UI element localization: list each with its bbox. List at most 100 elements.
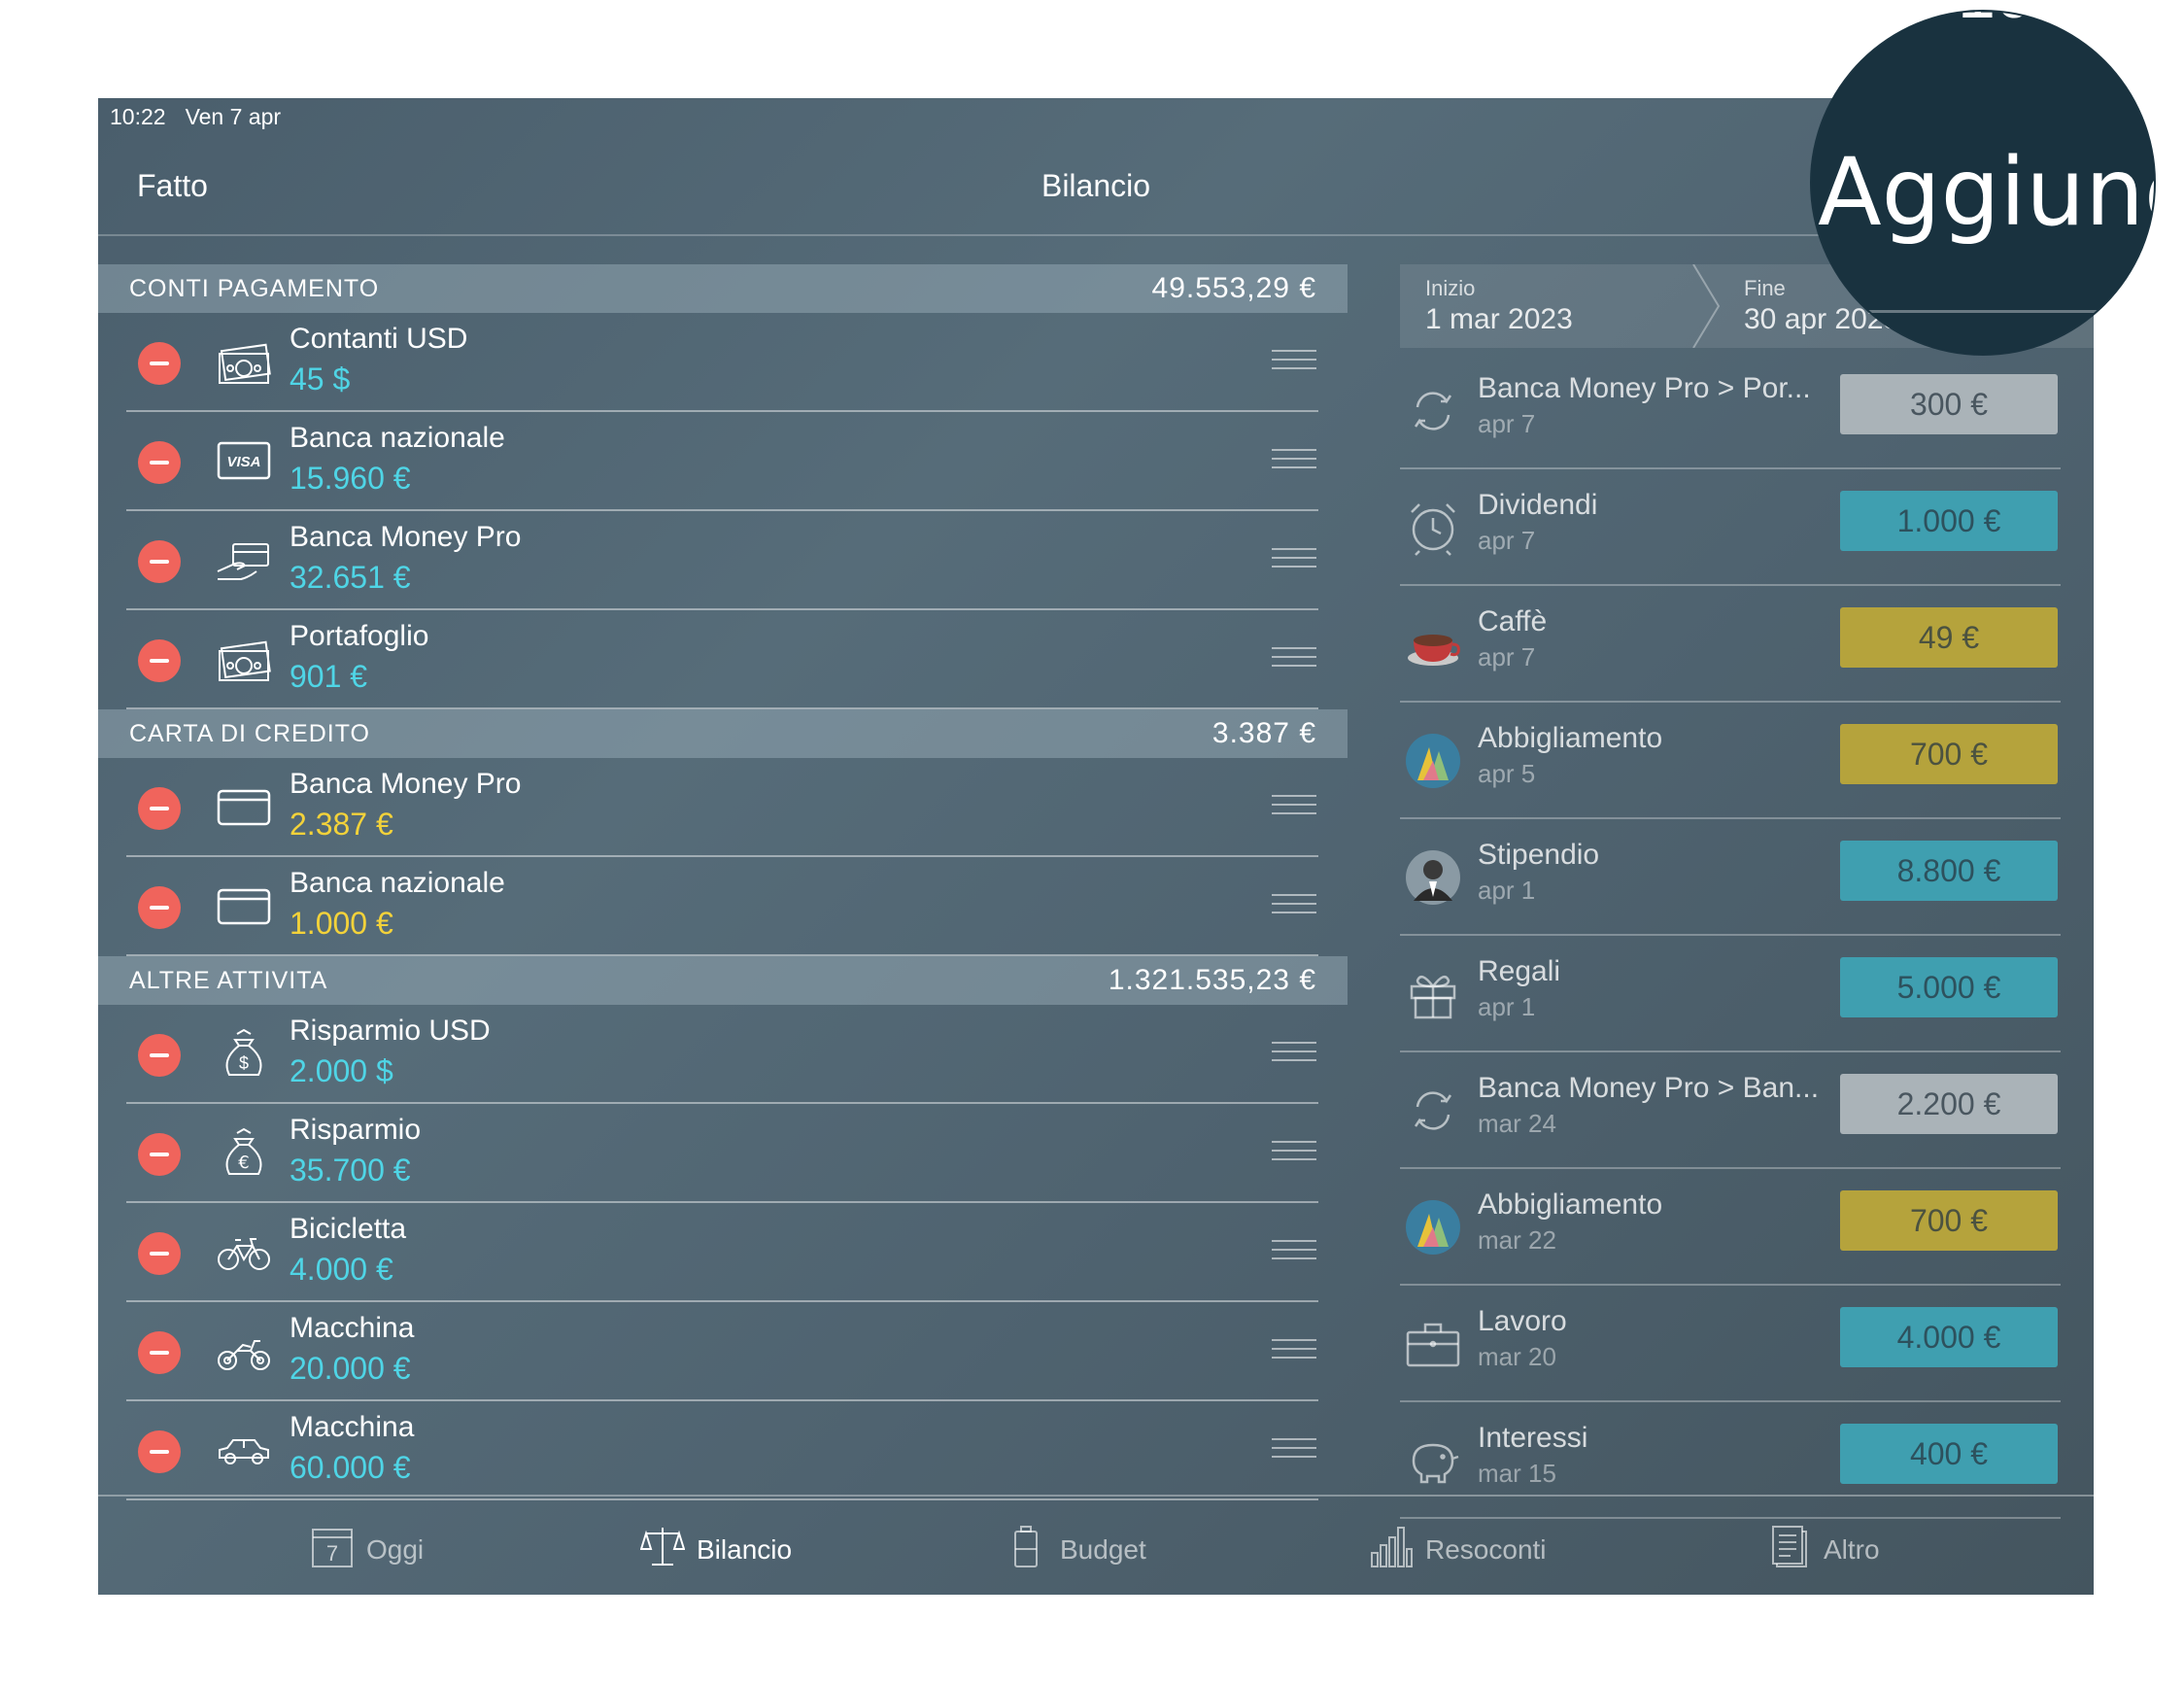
account-row[interactable]: Banca Money Pro 32.651 € [126, 511, 1318, 610]
euro-bag-icon: € [216, 1125, 272, 1180]
account-name: Portafoglio [290, 620, 429, 652]
transaction-row[interactable]: Abbigliamento mar 22 700 € [1400, 1169, 2061, 1286]
transaction-row[interactable]: Abbigliamento apr 5 700 € [1400, 703, 2061, 819]
transaction-amount: 2.200 € [1840, 1074, 2058, 1134]
account-balance: 2.387 € [290, 807, 393, 842]
status-bar: 10:22 Ven 7 apr [110, 104, 281, 130]
drag-handle-icon[interactable] [1272, 795, 1316, 818]
drag-handle-icon[interactable] [1272, 548, 1316, 571]
transaction-row[interactable]: Regali apr 1 5.000 € [1400, 936, 2061, 1052]
transaction-date: mar 22 [1478, 1225, 1556, 1255]
start-date-value[interactable]: 1 mar 2023 [1425, 303, 1573, 336]
account-row[interactable]: Macchina 20.000 € [126, 1302, 1318, 1401]
delete-icon[interactable] [138, 886, 181, 929]
account-row[interactable]: € Risparmio 35.700 € [126, 1104, 1318, 1203]
transaction-date: mar 15 [1478, 1459, 1556, 1488]
drag-handle-icon[interactable] [1272, 1339, 1316, 1362]
add-button[interactable]: Aggiungi [1818, 138, 2154, 247]
account-row[interactable]: Bicicletta 4.000 € [126, 1203, 1318, 1302]
account-row[interactable]: Banca nazionale 1.000 € [126, 857, 1318, 956]
car-icon [216, 1423, 272, 1477]
coffee-cup-icon [1404, 615, 1462, 673]
transaction-amount: 400 € [1840, 1424, 2058, 1484]
account-row[interactable]: Macchina 60.000 € [126, 1401, 1318, 1500]
magnifier-divider [1812, 310, 2154, 313]
transaction-amount: 300 € [1840, 374, 2058, 434]
tab-oggi[interactable]: 7 Oggi [310, 1524, 424, 1575]
tab-label: Resoconti [1425, 1533, 1547, 1565]
drag-handle-icon[interactable] [1272, 350, 1316, 373]
transaction-name: Lavoro [1478, 1305, 1567, 1337]
account-balance: 1.000 € [290, 906, 393, 941]
account-row[interactable]: VISA Banca nazionale 15.960 € [126, 412, 1318, 511]
account-balance: 60.000 € [290, 1450, 411, 1485]
transaction-amount: 1.000 € [1840, 491, 2058, 551]
account-row[interactable]: Contanti USD 45 $ [126, 313, 1318, 412]
tab-altro[interactable]: Altro [1767, 1524, 1880, 1575]
transaction-row[interactable]: Banca Money Pro > Por... apr 7 300 € [1400, 353, 2061, 469]
tab-resoconti[interactable]: Resoconti [1369, 1524, 1547, 1575]
transaction-date: mar 24 [1478, 1109, 1556, 1138]
section-title: CONTI PAGAMENTO [129, 274, 380, 302]
delete-icon[interactable] [138, 787, 181, 830]
drag-handle-icon[interactable] [1272, 1240, 1316, 1263]
transaction-row[interactable]: Lavoro mar 20 4.000 € [1400, 1286, 2061, 1402]
tab-bilancio[interactable]: Bilancio [639, 1524, 793, 1575]
transaction-date: apr 1 [1478, 992, 1536, 1021]
account-row[interactable]: $ Risparmio USD 2.000 $ [126, 1005, 1318, 1104]
delete-icon[interactable] [138, 1034, 181, 1077]
delete-icon[interactable] [138, 1430, 181, 1473]
delete-icon[interactable] [138, 1331, 181, 1374]
drag-handle-icon[interactable] [1272, 449, 1316, 472]
delete-icon[interactable] [138, 540, 181, 583]
magnifier-clipped-text: 100 [1958, 12, 2071, 33]
section-header: CONTI PAGAMENTO 49.553,29 € [98, 264, 1348, 313]
tab-budget[interactable]: Budget [1004, 1524, 1146, 1575]
delete-icon[interactable] [138, 441, 181, 484]
account-name: Risparmio USD [290, 1015, 491, 1047]
account-balance: 2.000 $ [290, 1053, 393, 1088]
transaction-date: apr 1 [1478, 876, 1536, 905]
delete-icon[interactable] [138, 1133, 181, 1176]
drag-handle-icon[interactable] [1272, 647, 1316, 671]
delete-icon[interactable] [138, 342, 181, 385]
account-name: Bicicletta [290, 1213, 407, 1245]
drag-handle-icon[interactable] [1272, 894, 1316, 917]
motorcycle-icon [216, 1324, 272, 1378]
document-icon [1767, 1524, 1812, 1575]
account-name: Risparmio [290, 1114, 422, 1146]
credit-card-icon [216, 878, 272, 933]
transaction-date: apr 7 [1478, 642, 1536, 671]
person-icon [1404, 848, 1462, 907]
transaction-row[interactable]: Caffè apr 7 49 € [1400, 586, 2061, 703]
transaction-row[interactable]: Dividendi apr 7 1.000 € [1400, 469, 2061, 586]
nav-bar: Fatto Bilancio [98, 137, 2094, 236]
transaction-date: mar 20 [1478, 1342, 1556, 1371]
app-window: 10:22 Ven 7 apr Fatto Bilancio CONTI PAG… [98, 98, 2094, 1595]
date-separator-icon [1692, 264, 1721, 348]
cash-icon [216, 334, 272, 389]
transaction-row[interactable]: Banca Money Pro > Ban... mar 24 2.200 € [1400, 1052, 2061, 1169]
tab-label: Altro [1824, 1533, 1880, 1565]
drag-handle-icon[interactable] [1272, 1042, 1316, 1065]
drag-handle-icon[interactable] [1272, 1438, 1316, 1462]
transaction-date: apr 7 [1478, 526, 1536, 555]
delete-icon[interactable] [138, 1232, 181, 1275]
transaction-row[interactable]: Stipendio apr 1 8.800 € [1400, 819, 2061, 936]
account-balance: 35.700 € [290, 1153, 411, 1188]
drag-handle-icon[interactable] [1272, 1141, 1316, 1164]
tab-bar: 7 Oggi Bilancio Budget Resoconti Altro [98, 1495, 2094, 1595]
svg-text:$: $ [239, 1053, 249, 1073]
transaction-date: apr 5 [1478, 759, 1536, 788]
credit-card-icon [216, 779, 272, 834]
section-total: 1.321.535,23 € [1108, 964, 1316, 996]
transaction-name: Stipendio [1478, 839, 1600, 871]
shopping-bag-icon [1404, 1198, 1462, 1257]
section-title: CARTA DI CREDITO [129, 719, 370, 747]
account-row[interactable]: Banca Money Pro 2.387 € [126, 758, 1318, 857]
tab-label: Bilancio [697, 1533, 793, 1565]
briefcase-icon [1404, 1315, 1462, 1373]
delete-icon[interactable] [138, 639, 181, 682]
account-row[interactable]: Portafoglio 901 € [126, 610, 1318, 709]
visa-card-icon: VISA [216, 433, 272, 488]
